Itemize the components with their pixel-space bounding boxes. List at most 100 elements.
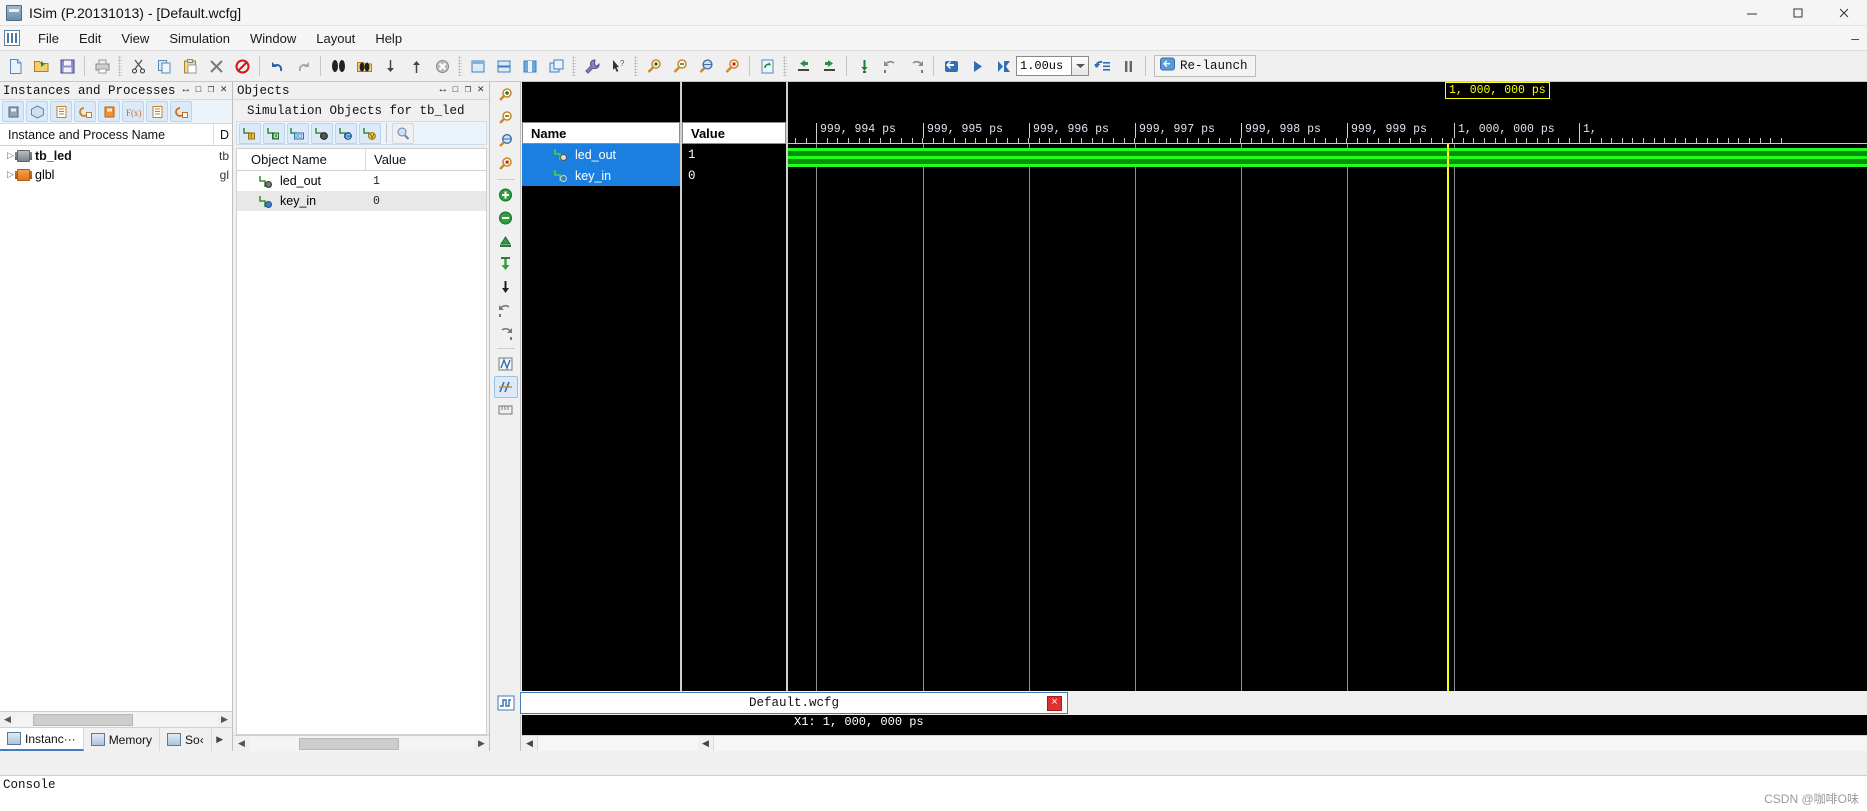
cut-icon[interactable]: [126, 54, 150, 78]
restore-icon[interactable]: [1775, 0, 1821, 26]
table-row[interactable]: led_out 1: [237, 171, 486, 191]
close-icon[interactable]: [1821, 0, 1867, 26]
instances-horizontal-scrollbar[interactable]: ◀ ▶: [0, 711, 232, 727]
prev-transition-icon[interactable]: [878, 54, 902, 78]
goto-start-icon[interactable]: [494, 276, 518, 298]
scroll-track-canvas[interactable]: [714, 736, 1867, 751]
save-icon[interactable]: [55, 54, 79, 78]
maximize-icon[interactable]: ☐: [195, 85, 202, 96]
relaunch-button[interactable]: Re-launch: [1154, 55, 1256, 77]
chevron-down-icon[interactable]: [1072, 56, 1089, 76]
objects-table[interactable]: led_out 1 key_in 0: [236, 171, 487, 735]
undo-icon[interactable]: [265, 54, 289, 78]
tree-row[interactable]: ▷ glbl gl: [0, 165, 232, 184]
package-icon[interactable]: [26, 101, 48, 122]
scroll-left-icon[interactable]: ◀: [234, 738, 249, 749]
scroll-right-icon[interactable]: ▶: [474, 738, 489, 749]
snap-to-next-icon[interactable]: [817, 54, 841, 78]
scroll-thumb[interactable]: [33, 713, 133, 726]
settings-wrench-icon[interactable]: [580, 54, 604, 78]
goto-end-icon[interactable]: [494, 299, 518, 321]
tabs-next-icon[interactable]: ▶: [212, 728, 228, 751]
object-search-icon[interactable]: [392, 122, 414, 144]
measure-icon[interactable]: [494, 353, 518, 375]
menu-view[interactable]: View: [111, 28, 159, 49]
design-unit-icon[interactable]: [98, 101, 120, 122]
zoom-in-icon[interactable]: [494, 84, 518, 106]
tree-row[interactable]: ▷ tb_led tb: [0, 146, 232, 165]
scroll-thumb[interactable]: [299, 737, 399, 750]
paste-icon[interactable]: [178, 54, 202, 78]
instances-tree[interactable]: ▷ tb_led tb ▷ glbl gl: [0, 146, 232, 711]
instance-chip-icon[interactable]: [2, 101, 24, 122]
scroll-left-icon[interactable]: ◀: [522, 736, 538, 751]
new-file-icon[interactable]: [3, 54, 27, 78]
scroll-left-icon[interactable]: ◀: [0, 714, 15, 725]
refresh-icon[interactable]: [755, 54, 779, 78]
menu-help[interactable]: Help: [365, 28, 412, 49]
scroll-track[interactable]: [15, 712, 217, 727]
tab-source[interactable]: So‹: [160, 728, 212, 751]
goto-instance-icon[interactable]: [170, 101, 192, 122]
next-transition-icon[interactable]: [904, 54, 928, 78]
zoom-in-icon[interactable]: [642, 54, 666, 78]
context-help-icon[interactable]: ?: [606, 54, 630, 78]
snap-to-previous-icon[interactable]: [791, 54, 815, 78]
up-arrow-icon[interactable]: [404, 54, 428, 78]
open-file-icon[interactable]: [29, 54, 53, 78]
zoom-to-cursor-icon[interactable]: [494, 153, 518, 175]
waveform-signal-row[interactable]: key_in: [522, 165, 680, 186]
restore-icon[interactable]: ❐: [465, 85, 472, 96]
scroll-left-icon[interactable]: ◀: [698, 736, 714, 751]
close-icon[interactable]: ✕: [477, 85, 484, 96]
tab-default-wcfg[interactable]: Default.wcfg ×: [520, 692, 1068, 714]
waveform-canvas[interactable]: 999, 994 ps 999, 995 ps 999, 996 ps 999,…: [788, 82, 1867, 709]
find-icon[interactable]: [326, 54, 350, 78]
close-icon[interactable]: ×: [1047, 695, 1062, 711]
marker-prev-icon[interactable]: [494, 230, 518, 252]
marker-down-icon[interactable]: [852, 54, 876, 78]
mdi-minimize-icon[interactable]: –: [1851, 30, 1859, 46]
objects-horizontal-scrollbar[interactable]: ◀ ▶: [234, 735, 489, 751]
function-icon[interactable]: F(x): [122, 101, 144, 122]
print-icon[interactable]: [90, 54, 114, 78]
tab-instances[interactable]: Instanc···: [0, 728, 84, 751]
prev-transition-icon[interactable]: [494, 322, 518, 344]
redo-icon[interactable]: [291, 54, 315, 78]
zoom-out-icon[interactable]: [494, 107, 518, 129]
ruler-icon[interactable]: [494, 399, 518, 421]
document-icon[interactable]: [146, 101, 168, 122]
run-all-icon[interactable]: [965, 54, 989, 78]
marker-next-icon[interactable]: [494, 253, 518, 275]
delete-icon[interactable]: [204, 54, 228, 78]
divider-icon[interactable]: [493, 376, 518, 398]
zoom-to-cursor-icon[interactable]: [720, 54, 744, 78]
filter-inout-icon[interactable]: I/O: [287, 122, 309, 144]
no-entry-icon[interactable]: [230, 54, 254, 78]
float-panel-icon[interactable]: [466, 54, 490, 78]
waveform-cursor[interactable]: [1447, 144, 1449, 709]
pause-button[interactable]: [1116, 54, 1140, 78]
filter-output-icon[interactable]: O: [263, 122, 285, 144]
waveform-horizontal-scrollbar[interactable]: ◀ ◀: [522, 735, 1867, 751]
goto-source-icon[interactable]: [74, 101, 96, 122]
restart-icon[interactable]: [939, 54, 963, 78]
find-in-files-icon[interactable]: [352, 54, 376, 78]
run-time-input[interactable]: 1.00us: [1016, 56, 1072, 76]
run-time-icon[interactable]: [991, 54, 1015, 78]
down-arrow-icon[interactable]: [378, 54, 402, 78]
maximize-icon[interactable]: ☐: [452, 85, 459, 96]
menu-file[interactable]: File: [28, 28, 69, 49]
filter-internal-icon[interactable]: [311, 122, 333, 144]
menu-simulation[interactable]: Simulation: [159, 28, 240, 49]
menu-layout[interactable]: Layout: [306, 28, 365, 49]
minimize-icon[interactable]: [1729, 0, 1775, 26]
close-icon[interactable]: ✕: [220, 85, 227, 96]
step-icon[interactable]: [1090, 54, 1114, 78]
tile-horizontal-icon[interactable]: [492, 54, 516, 78]
filter-variable-icon[interactable]: V: [359, 122, 381, 144]
delete-marker-icon[interactable]: [494, 207, 518, 229]
menu-edit[interactable]: Edit: [69, 28, 111, 49]
waveform-signal-row[interactable]: led_out: [522, 144, 680, 165]
scroll-track[interactable]: [249, 736, 474, 751]
